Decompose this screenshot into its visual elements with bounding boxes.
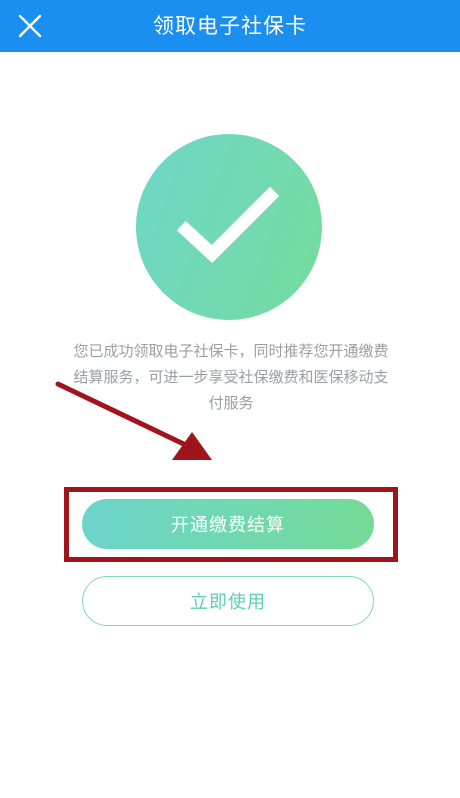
screen: 领取电子社保卡 您已成功领取电子社保卡，同时推荐您开通缴费结算服务，可进一步享受…	[0, 0, 460, 798]
success-badge	[136, 134, 322, 320]
arrow-icon	[55, 381, 212, 460]
navigation-bar: 领取电子社保卡	[0, 0, 460, 52]
close-button[interactable]	[12, 8, 48, 44]
open-payment-settlement-button[interactable]: 开通缴费结算	[82, 499, 374, 549]
close-icon	[18, 14, 42, 38]
use-now-button[interactable]: 立即使用	[82, 576, 374, 626]
page-title: 领取电子社保卡	[153, 14, 307, 38]
checkmark-icon	[176, 186, 280, 264]
